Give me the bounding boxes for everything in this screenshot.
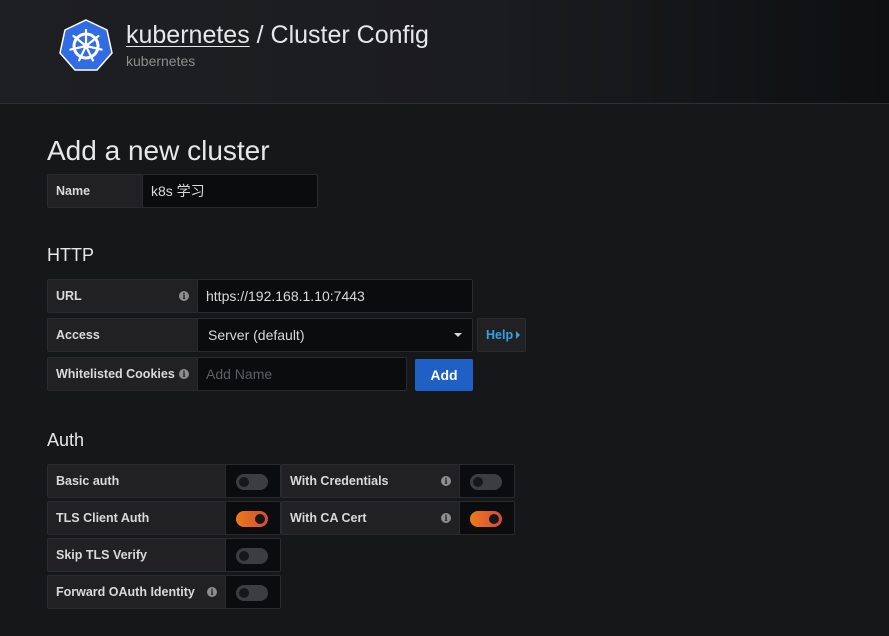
cookies-label: Whitelisted Cookies i [47,357,198,391]
http-heading: HTTP [47,245,94,265]
help-button-label: Help [486,328,514,342]
with-ca-cert-label: With CA Cert i [281,501,461,535]
page-title: Add a new cluster [47,135,270,166]
add-cookie-button[interactable]: Add [415,359,473,391]
basic-auth-label-text: Basic auth [56,474,120,488]
page-header-title: kubernetes / Cluster Config [126,21,429,50]
tls-client-auth-label: TLS Client Auth [47,501,227,535]
name-input[interactable]: k8s 学习 [142,174,318,208]
info-icon[interactable]: i [441,476,451,486]
info-icon[interactable]: i [179,369,189,379]
skip-tls-verify-toggle-box [225,538,281,572]
cookies-input[interactable]: Add Name [197,357,407,391]
toggle-knob [473,477,483,487]
caret-right-icon [516,331,521,339]
basic-auth-toggle[interactable] [236,474,268,490]
with-ca-cert-toggle-box [459,501,515,535]
toggle-knob [239,551,249,561]
basic-auth-label: Basic auth [47,464,227,498]
cookies-label-text: Whitelisted Cookies [56,367,175,381]
info-icon[interactable]: i [179,291,189,301]
access-select-value: Server (default) [208,327,305,343]
forward-oauth-label: Forward OAuth Identity i [47,575,227,609]
access-select[interactable]: Server (default) [197,318,473,352]
breadcrumb-current: Cluster Config [270,21,429,49]
name-label-text: Name [56,184,91,198]
skip-tls-verify-toggle[interactable] [236,548,268,564]
skip-tls-verify-label: Skip TLS Verify [47,538,227,572]
basic-auth-toggle-box [225,464,281,498]
toggle-knob [255,514,265,524]
with-ca-cert-label-text: With CA Cert [290,511,367,525]
access-label: Access [47,318,198,352]
kubernetes-logo-icon [59,19,113,71]
url-label: URL i [47,279,198,313]
chevron-down-icon [454,333,462,337]
with-credentials-toggle-box [459,464,515,498]
forward-oauth-label-text: Forward OAuth Identity [56,585,195,599]
tls-client-auth-toggle[interactable] [236,511,268,527]
toggle-knob [239,588,249,598]
page-header-subtitle: kubernetes [126,53,196,69]
info-icon[interactable]: i [441,513,451,523]
with-credentials-toggle[interactable] [470,474,502,490]
breadcrumb-kubernetes-link[interactable]: kubernetes [126,21,250,49]
with-credentials-label: With Credentials i [281,464,461,498]
toggle-knob [489,514,499,524]
access-label-text: Access [56,328,100,342]
tls-client-auth-toggle-box [225,501,281,535]
toggle-knob [239,477,249,487]
forward-oauth-toggle[interactable] [236,585,268,601]
info-icon[interactable]: i [207,587,217,597]
auth-heading: Auth [47,430,85,450]
skip-tls-verify-label-text: Skip TLS Verify [56,548,148,562]
url-input[interactable]: https://192.168.1.10:7443 [197,279,473,313]
page-header: kubernetes / Cluster Config kubernetes [0,0,889,104]
breadcrumb-separator: / [249,21,271,49]
help-button[interactable]: Help [477,318,526,352]
name-label: Name [47,174,143,208]
tls-client-auth-label-text: TLS Client Auth [56,511,150,525]
with-credentials-label-text: With Credentials [290,474,389,488]
forward-oauth-toggle-box [225,575,281,609]
url-label-text: URL [56,289,82,303]
with-ca-cert-toggle[interactable] [470,511,502,527]
